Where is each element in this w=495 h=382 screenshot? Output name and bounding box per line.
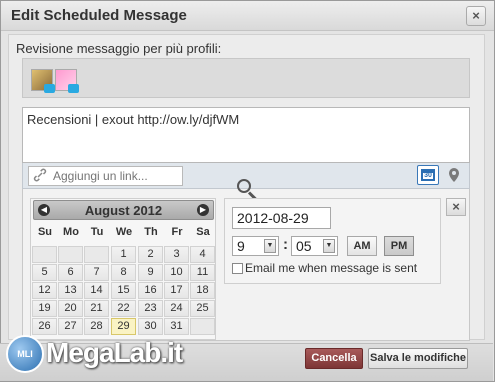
calendar-day[interactable]: 31 [164,318,189,335]
calendar-day[interactable]: 13 [58,282,83,299]
calendar-day[interactable]: 25 [190,300,215,317]
message-text: Recensioni | exout http://ow.ly/djfWM [27,112,240,127]
calendar-day[interactable]: 1 [111,246,136,263]
calendar-day[interactable]: 17 [164,282,189,299]
email-notify-label: Email me when message is sent [245,261,418,275]
calendar-day[interactable]: 8 [111,264,136,281]
calendar-month-label: August 2012 [84,203,163,218]
day-of-week-label: Th [144,226,158,238]
dialog-close-button[interactable]: × [466,6,486,26]
schedule-calendar-button[interactable]: 30 [417,165,439,185]
day-of-week-label: We [115,226,133,238]
calendar-day[interactable]: 19 [32,300,57,317]
save-changes-button[interactable]: Salva le modifiche [368,348,468,369]
calendar-header: August 2012 ◀ ▶ [33,200,214,220]
day-of-week-label: Tu [90,226,104,238]
calendar-empty-cell [190,318,215,335]
calendar-icon: 30 [421,169,435,181]
am-button[interactable]: AM [347,236,377,256]
calendar-day[interactable]: 7 [84,264,109,281]
profiles-box [22,58,470,98]
minute-select[interactable]: 05 ▼ [291,236,338,256]
profile-avatar-1[interactable] [31,69,55,93]
date-field[interactable] [232,207,331,229]
twitter-icon [68,84,79,93]
calendar-day[interactable]: 12 [32,282,57,299]
calendar-day[interactable]: 27 [58,318,83,335]
calendar-day[interactable]: 3 [164,246,189,263]
twitter-icon [44,84,55,93]
calendar-day[interactable]: 30 [138,318,163,335]
megalab-watermark: MLI MegaLab.it [6,331,183,377]
profiles-label: Revisione messaggio per più profili: [16,41,222,56]
email-notify-checkbox[interactable] [232,263,243,274]
day-of-week-label: Fr [171,226,183,238]
time-separator: : [283,236,288,253]
calendar-day[interactable]: 6 [58,264,83,281]
chevron-down-icon: ▼ [323,239,335,253]
chevron-down-icon: ▼ [264,239,276,253]
calendar-day[interactable]: 2 [138,246,163,263]
calendar-day[interactable]: 29 [111,318,136,335]
megalab-logo-icon: MLI [6,335,44,373]
link-icon [33,168,47,182]
calendar-empty-cell [32,246,57,263]
dialog-titlebar: Edit Scheduled Message × [1,1,494,31]
calendar-day[interactable]: 4 [190,246,215,263]
calendar-day[interactable]: 16 [138,282,163,299]
calendar-day[interactable]: 21 [84,300,109,317]
pm-button[interactable]: PM [384,236,414,256]
calendar-next-month-button[interactable]: ▶ [197,204,209,216]
location-pin-icon[interactable] [448,167,460,186]
message-textarea[interactable]: Recensioni | exout http://ow.ly/djfWM [22,107,470,163]
calendar-empty-cell [58,246,83,263]
day-of-week-label: Su [37,226,53,238]
calendar-day[interactable]: 18 [190,282,215,299]
dialog-title: Edit Scheduled Message [11,7,187,24]
calendar-day[interactable]: 15 [111,282,136,299]
calendar-day[interactable]: 14 [84,282,109,299]
minute-value: 05 [296,238,312,254]
calendar-day[interactable]: 23 [138,300,163,317]
calendar-day[interactable]: 28 [84,318,109,335]
calendar-day[interactable]: 11 [190,264,215,281]
hour-select[interactable]: 9 ▼ [232,236,279,256]
calendar-day[interactable]: 10 [164,264,189,281]
cancel-button[interactable]: Cancella [305,348,363,369]
profile-avatar-2[interactable] [55,69,79,93]
calendar-empty-cell [84,246,109,263]
close-schedule-button[interactable]: × [446,198,466,216]
calendar-day[interactable]: 5 [32,264,57,281]
day-of-week-label: Sa [196,226,210,238]
calendar-day[interactable]: 20 [58,300,83,317]
add-link-input[interactable] [28,166,183,186]
calendar-day[interactable]: 22 [111,300,136,317]
calendar-day[interactable]: 26 [32,318,57,335]
day-of-week-label: Mo [63,226,79,238]
calendar-day[interactable]: 24 [164,300,189,317]
hour-value: 9 [237,238,245,254]
calendar-prev-month-button[interactable]: ◀ [38,204,50,216]
watermark-text: MegaLab.it [46,337,183,368]
calendar-day[interactable]: 9 [138,264,163,281]
